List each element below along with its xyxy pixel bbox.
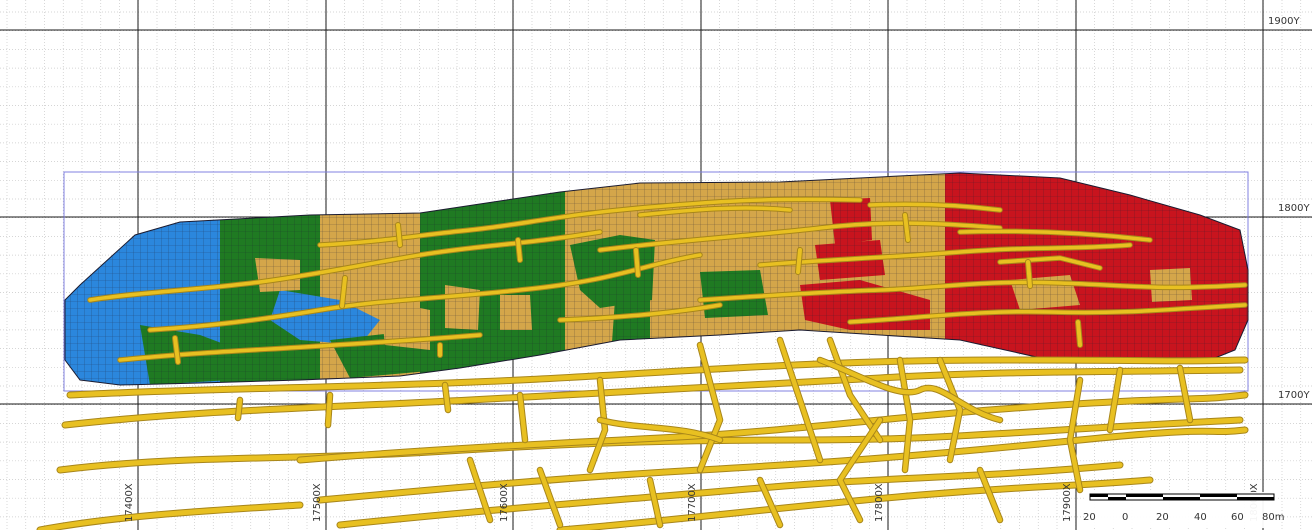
- scale-tick-60: 60: [1231, 512, 1244, 523]
- scale-tick-neg20: 20: [1083, 512, 1096, 523]
- drive: [235, 397, 243, 421]
- drive: [634, 248, 640, 277]
- y-label-1900: 1900Y: [1268, 16, 1300, 27]
- scale-tick-0: 0: [1122, 512, 1128, 523]
- x-label-17900: 17900X: [1062, 483, 1073, 522]
- mine-plan-map: 1900Y 1800Y 1700Y 17400X 17500X 17600X 1…: [0, 0, 1312, 530]
- x-label-17500: 17500X: [312, 483, 323, 522]
- y-label-1800: 1800Y: [1278, 203, 1310, 214]
- drive: [516, 238, 522, 262]
- drive: [442, 382, 451, 413]
- scale-bar: 20 0 20 40 60 80m: [1083, 492, 1284, 528]
- drive: [1076, 320, 1082, 347]
- map-viewport[interactable]: 1900Y 1800Y 1700Y 17400X 17500X 17600X 1…: [0, 0, 1312, 530]
- drive: [396, 223, 402, 247]
- scale-tick-40: 40: [1194, 512, 1207, 523]
- x-label-17600: 17600X: [499, 483, 510, 522]
- drive: [796, 248, 802, 274]
- x-label-17800: 17800X: [874, 483, 885, 522]
- drive: [517, 392, 528, 443]
- y-label-1700: 1700Y: [1278, 390, 1310, 401]
- drive: [325, 392, 333, 428]
- scale-tick-80m: 80m: [1262, 512, 1284, 523]
- drive: [1067, 377, 1083, 493]
- x-label-17400: 17400X: [124, 483, 135, 522]
- drive: [1026, 260, 1032, 288]
- scale-tick-20: 20: [1156, 512, 1169, 523]
- x-label-17700: 17700X: [687, 483, 698, 522]
